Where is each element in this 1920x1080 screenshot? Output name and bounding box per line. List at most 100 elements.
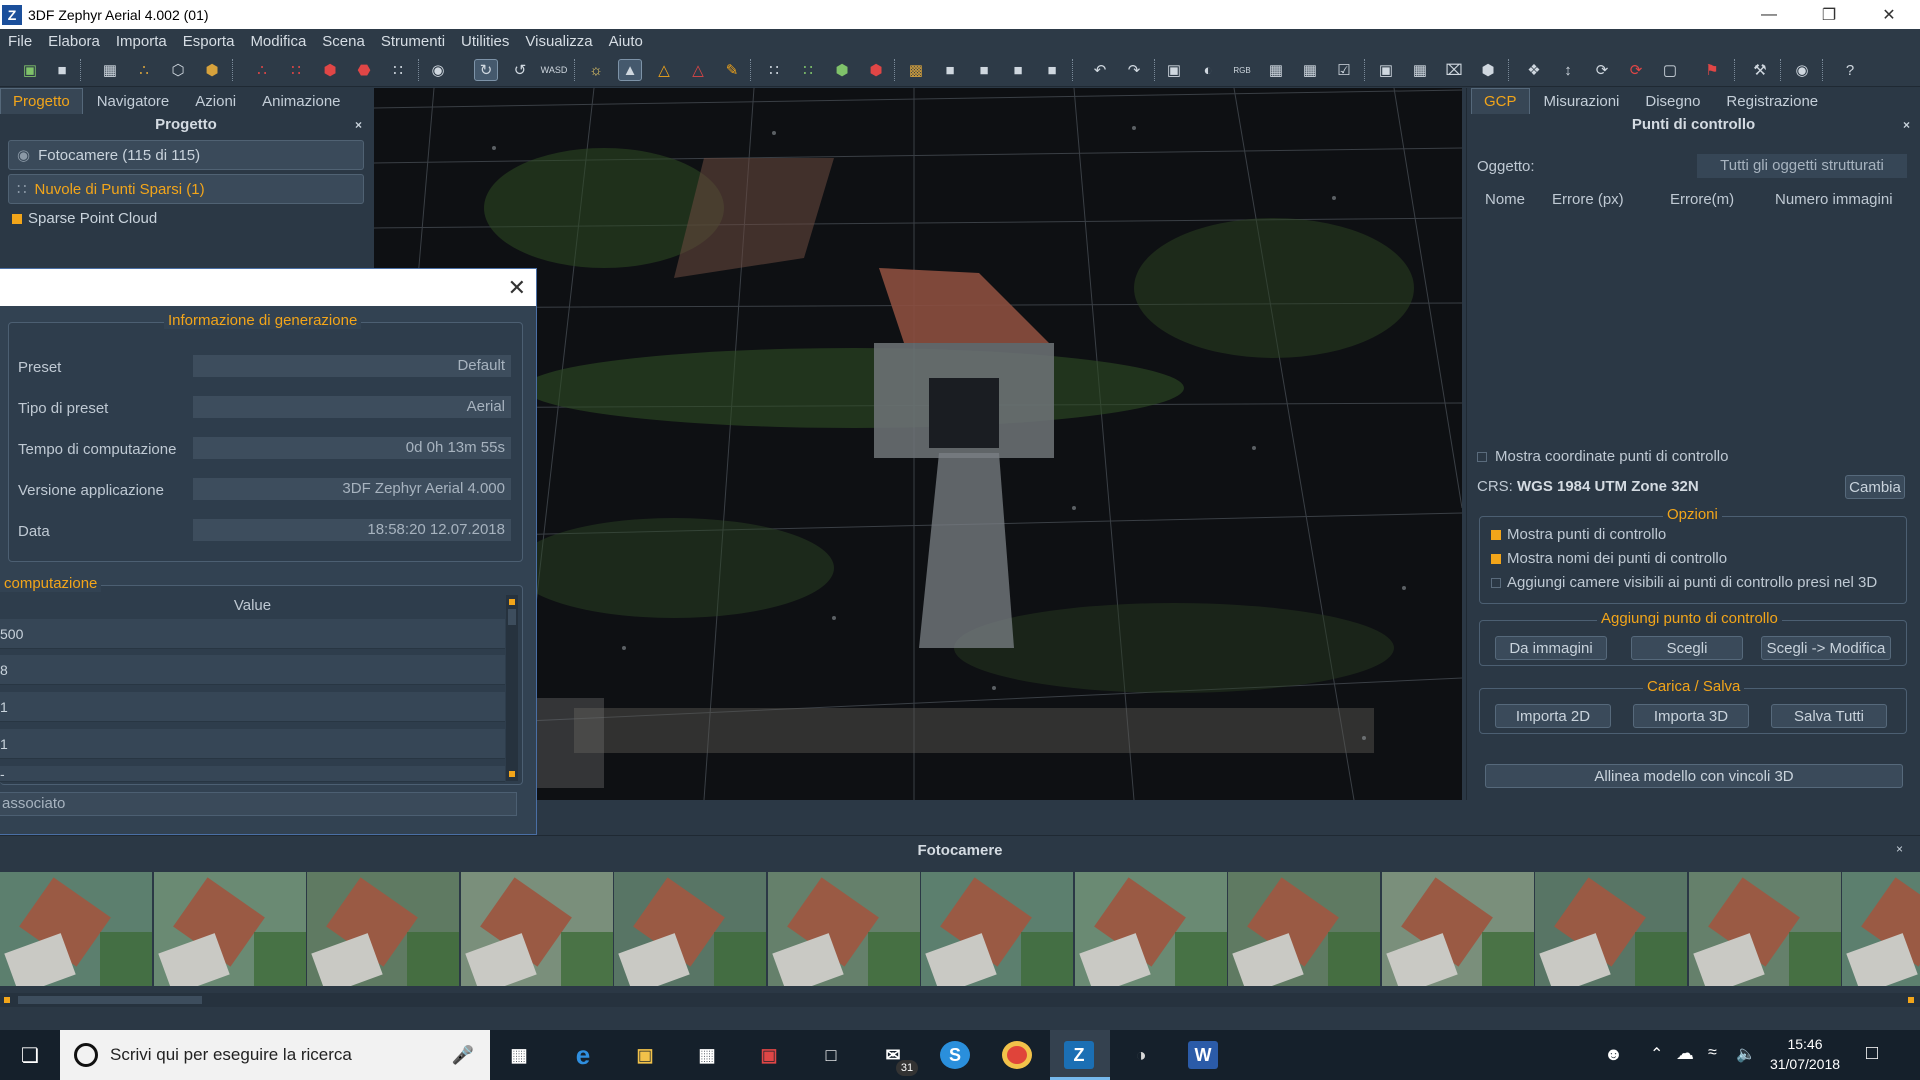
table-row[interactable]: 1 [0, 692, 505, 722]
clock-date[interactable]: 31/07/2018 [1765, 1056, 1845, 1072]
pick-icon[interactable]: ▲ [618, 59, 642, 81]
tab-gcp[interactable]: GCP [1471, 88, 1530, 114]
close-right-panel-icon[interactable]: × [1903, 114, 1910, 136]
check-box-icon[interactable]: ☑ [1332, 59, 1356, 81]
vr-icon[interactable]: ◉ [1790, 59, 1814, 81]
menu-visualizza[interactable]: Visualizza [517, 33, 600, 50]
camera-thumbnail[interactable] [1074, 872, 1227, 986]
scroll-left-icon[interactable] [4, 997, 10, 1003]
box-green-icon[interactable]: ⬢ [830, 59, 854, 81]
menu-modifica[interactable]: Modifica [242, 33, 314, 50]
textured-mesh-icon[interactable]: ⬢ [200, 59, 224, 81]
brush-icon[interactable]: ✎ [720, 59, 744, 81]
sparse-cloud-item[interactable]: ∷ Nuvole di Punti Sparsi (1) [8, 174, 364, 204]
camera-thumbnail[interactable] [1381, 872, 1534, 986]
paint-icon[interactable]: ◑ [1126, 1041, 1156, 1069]
volume-icon[interactable]: 🔈 [1736, 1044, 1756, 1064]
orbit-icon[interactable]: ↻ [474, 59, 498, 81]
minimize-icon[interactable]: — [1740, 0, 1798, 29]
wifi-icon[interactable]: ≈ [1708, 1044, 1717, 1062]
chrome-icon[interactable] [1002, 1041, 1032, 1069]
mesh-icon[interactable]: ⬡ [166, 59, 190, 81]
align-model-button[interactable]: Allinea modello con vincoli 3D [1485, 764, 1903, 788]
point-picker-icon[interactable]: △ [652, 59, 676, 81]
light-icon[interactable]: ☼ [584, 59, 608, 81]
close-icon[interactable]: ✕ [1860, 0, 1918, 29]
onedrive-icon[interactable]: ☁ [1676, 1043, 1694, 1064]
camera-thumbnail[interactable] [614, 872, 766, 986]
view-right-icon[interactable]: ■ [1040, 59, 1064, 81]
import-3d-button[interactable]: Importa 3D [1633, 704, 1749, 728]
people-icon[interactable]: ☻ [1604, 1044, 1623, 1065]
camera-thumbnail[interactable] [1842, 872, 1920, 986]
mesh-red-icon[interactable]: ⬢ [318, 59, 342, 81]
view-front-icon[interactable]: ■ [938, 59, 962, 81]
camera-thumbnail[interactable] [307, 872, 459, 986]
windows-start-icon[interactable]: ❏ [18, 1044, 42, 1067]
3d-viewport[interactable] [374, 88, 1462, 800]
grid-view-icon[interactable]: ▦ [1298, 59, 1322, 81]
camera-thumbnail[interactable] [460, 872, 613, 986]
menu-importa[interactable]: Importa [108, 33, 175, 50]
points-red-icon[interactable]: ∴ [250, 59, 274, 81]
pick-button[interactable]: Scegli [1631, 636, 1743, 660]
scroll-down-icon[interactable] [509, 771, 515, 777]
tab-navigatore[interactable]: Navigatore [85, 89, 182, 114]
crop-icon[interactable]: ▦ [1408, 59, 1432, 81]
table-scrollbar[interactable] [506, 595, 518, 781]
close-cameras-icon[interactable]: × [1896, 842, 1903, 856]
view-back-icon[interactable]: ■ [972, 59, 996, 81]
task-view-icon[interactable]: ▦ [504, 1041, 534, 1069]
scroll-up-icon[interactable] [509, 599, 515, 605]
scale-icon[interactable]: ⟳ [1624, 59, 1648, 81]
tab-animazione[interactable]: Animazione [250, 89, 352, 114]
new-project-icon[interactable]: ▣ [18, 59, 42, 81]
microphone-icon[interactable]: 🎤 [452, 1045, 474, 1066]
network-icon[interactable]: ❖ [1522, 59, 1546, 81]
camera-thumbnail[interactable] [0, 872, 152, 986]
box-red-icon[interactable]: ⬢ [864, 59, 888, 81]
tab-progetto[interactable]: Progetto [0, 88, 83, 114]
notifications-icon[interactable]: □ [1866, 1042, 1878, 1065]
document-icon[interactable]: □ [816, 1041, 846, 1069]
cameras-item[interactable]: ◉ Fotocamere (115 di 115) [8, 140, 364, 170]
change-crs-button[interactable]: Cambia [1845, 475, 1905, 499]
scroll-thumb[interactable] [508, 609, 516, 625]
menu-scena[interactable]: Scena [314, 33, 373, 50]
save-icon[interactable]: ■ [50, 59, 74, 81]
clock-time[interactable]: 15:46 [1770, 1036, 1840, 1052]
undo-icon[interactable]: ↶ [1088, 59, 1112, 81]
from-images-button[interactable]: Da immagini [1495, 636, 1607, 660]
edge-icon[interactable]: e [568, 1040, 598, 1070]
pick-modify-button[interactable]: Scegli -> Modifica [1761, 636, 1891, 660]
scrollbar-thumb[interactable] [18, 996, 202, 1004]
search-box[interactable]: Scrivi qui per eseguire la ricerca 🎤 [60, 1030, 490, 1080]
zoom-fit-icon[interactable]: ▣ [1162, 59, 1186, 81]
texture-red-icon[interactable]: ⬣ [352, 59, 376, 81]
show-gcp-checkbox[interactable] [1491, 530, 1501, 540]
menu-strumenti[interactable]: Strumenti [373, 33, 453, 50]
tools-icon[interactable]: ⚒ [1748, 59, 1772, 81]
bbox-icon[interactable]: ▩ [904, 59, 928, 81]
wasd-icon[interactable]: WASD [541, 59, 568, 81]
word-icon[interactable]: W [1188, 1041, 1218, 1069]
thumbnail-scrollbar[interactable] [0, 993, 1920, 1007]
table-row[interactable]: 500 [0, 619, 505, 649]
import-2d-button[interactable]: Importa 2D [1495, 704, 1611, 728]
filter-icon[interactable]: ∷ [386, 59, 410, 81]
region-icon[interactable]: ▣ [1374, 59, 1398, 81]
tab-azioni[interactable]: Azioni [183, 89, 248, 114]
camera-icon[interactable]: ◉ [426, 59, 450, 81]
flag-icon[interactable]: ⚑ [1700, 59, 1724, 81]
select-green-icon[interactable]: ∷ [796, 59, 820, 81]
sparse-cloud-icon[interactable]: ∴ [132, 59, 156, 81]
store-icon[interactable]: ▦ [692, 1041, 722, 1069]
checkbox-icon[interactable] [12, 213, 22, 224]
menu-aiuto[interactable]: Aiuto [601, 33, 651, 50]
points-red-2-icon[interactable]: ∷ [284, 59, 308, 81]
object-select[interactable]: Tutti gli oggetti strutturati [1697, 154, 1907, 178]
cube-icon[interactable]: ⬢ [1476, 59, 1500, 81]
view-left-icon[interactable]: ■ [1006, 59, 1030, 81]
chevron-up-icon[interactable]: ⌃ [1650, 1044, 1663, 1064]
measure-icon[interactable]: ▢ [1658, 59, 1682, 81]
